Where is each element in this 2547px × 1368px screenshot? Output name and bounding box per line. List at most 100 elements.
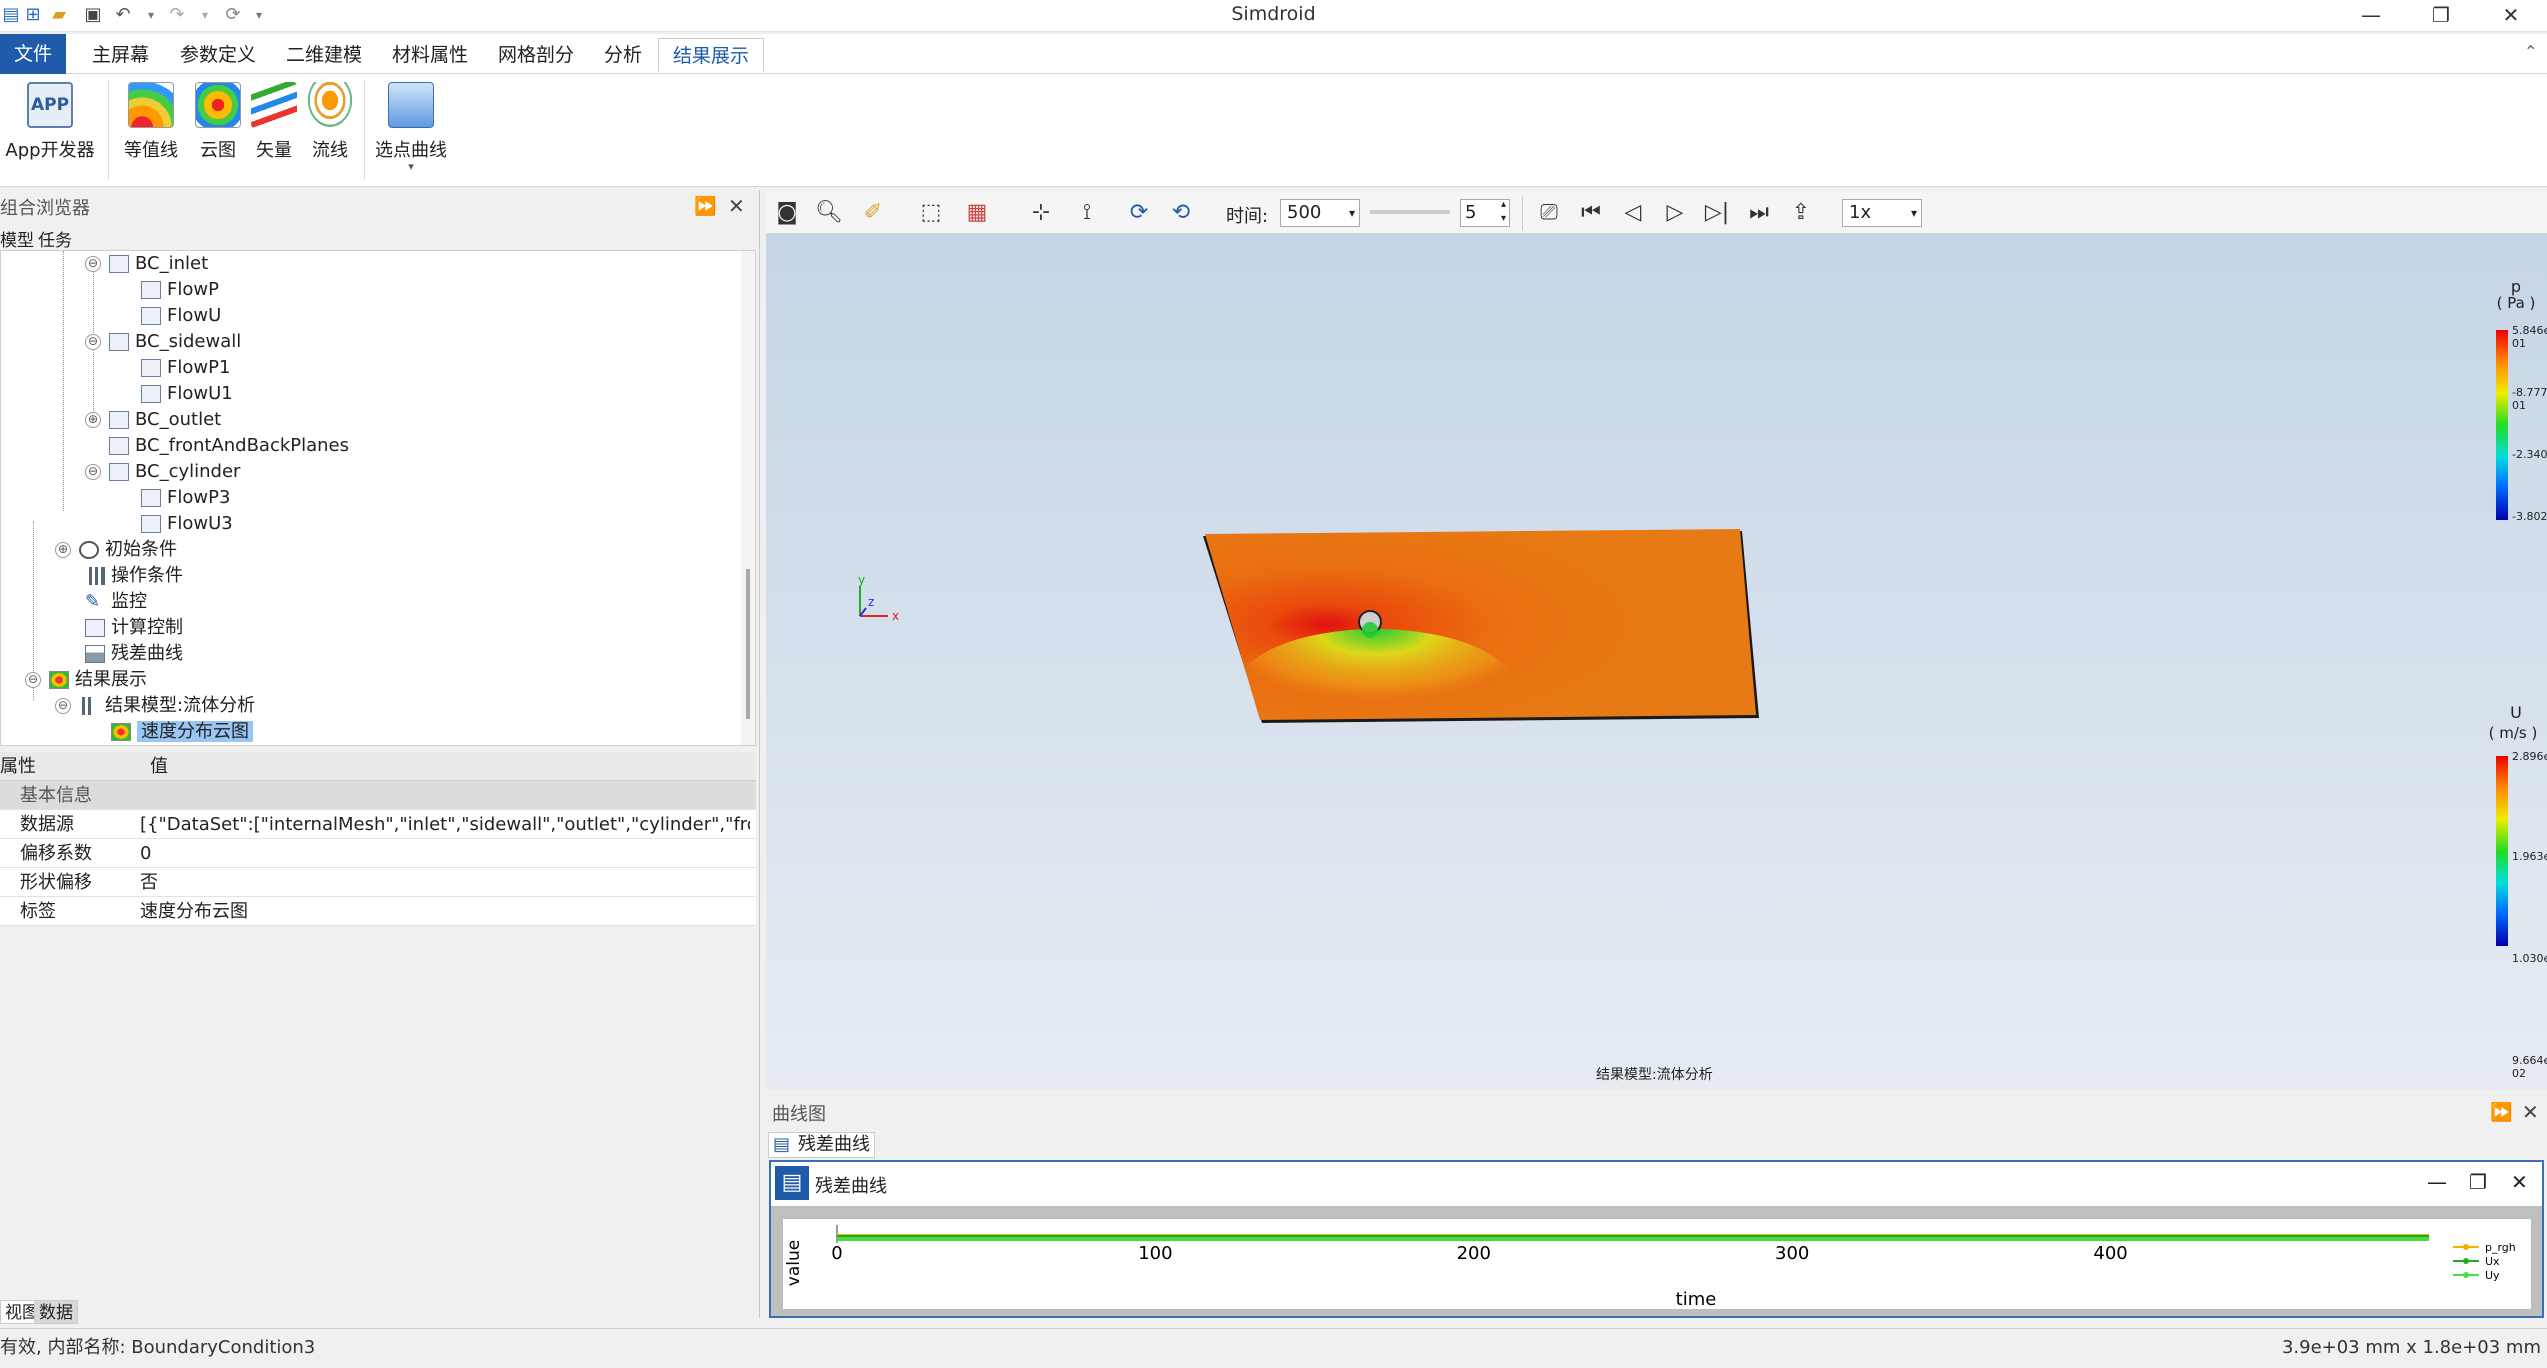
export-icon[interactable]: ⇪ [1786,199,1816,227]
expand-icon[interactable]: ⊕ [85,412,101,428]
tree-scrollbar[interactable] [741,251,755,745]
collapse-icon[interactable]: ⊖ [85,334,101,350]
vector-button[interactable]: 矢量 [246,82,302,162]
tree-item-bc-inlet[interactable]: ⊖ BC_inlet [85,251,208,277]
play-icon[interactable]: ▷ [1660,199,1690,227]
record-video-icon[interactable]: ⎚ [1534,199,1564,227]
app-developer-button[interactable]: APP App开发器 [0,82,100,162]
result-model-icon [79,697,99,715]
browser-pin-icon[interactable]: ⏩ [694,196,716,217]
display-mode-icon[interactable]: ▦ [962,199,992,227]
next-frame-icon[interactable]: ▷| [1702,199,1732,227]
residual-close-button[interactable]: ✕ [2511,1170,2528,1194]
tree-item-initial-conditions[interactable]: ⊕ 初始条件 [55,537,177,563]
menu-tab-materials[interactable]: 材料属性 [378,38,482,72]
minimize-button[interactable]: — [2336,0,2406,32]
boundary-icon [141,515,161,533]
menu-tab-results[interactable]: 结果展示 [658,38,765,72]
properties-section[interactable]: 基本信息 [0,781,756,810]
cloud-map-button[interactable]: 云图 [190,82,246,162]
axes-orientation-icon[interactable]: ⟟ [1072,199,1102,227]
last-frame-icon[interactable]: ⏭ [1744,199,1774,227]
tab-data[interactable]: 数据 [34,1300,78,1324]
collapse-icon[interactable]: ⊖ [55,698,71,714]
tree-item-results[interactable]: ⊖ 结果展示 [25,667,147,693]
maximize-button[interactable]: ❐ [2406,0,2476,32]
residual-maximize-button[interactable]: ❐ [2469,1170,2487,1194]
tab-residual-curve[interactable]: ▤ 残差曲线 [768,1132,876,1158]
time-value: 500 [1287,202,1322,223]
residual-chart-svg[interactable]: value 0 100 200 300 400 time p_rghUxUy [783,1219,2531,1310]
property-value[interactable]: 速度分布云图 [140,897,750,926]
tree-item-flowp3[interactable]: FlowP3 [141,485,230,511]
boundary-icon [141,281,161,299]
clear-icon[interactable]: ✐ [858,199,888,227]
property-value[interactable]: 否 [140,868,750,897]
boundary-icon [109,333,129,351]
rotate-cw-icon[interactable]: ⟳ [1124,199,1154,227]
plot-pin-icon[interactable]: ⏩ [2490,1102,2512,1123]
tree-item-flowp1[interactable]: FlowP1 [141,355,230,381]
menu-tab-mesh[interactable]: 网格剖分 [484,38,588,72]
3d-viewport[interactable]: y x z 结果模型:流体分析 p ( Pa ) 5.846e-01 -8.77… [766,234,2547,1090]
residual-minimize-button[interactable]: — [2427,1170,2447,1194]
tab-task[interactable]: 任务 [38,226,72,251]
pick-curve-label: 选点曲线 [375,140,447,161]
tree-item-bc-front-back[interactable]: BC_frontAndBackPlanes [109,433,349,459]
first-frame-icon[interactable]: ⏮ [1576,199,1606,227]
speed-select[interactable]: 1x ▾ [1842,199,1922,227]
viewport-canvas[interactable]: y x z [766,234,2547,1090]
close-button[interactable]: ✕ [2476,0,2546,32]
property-row[interactable]: 形状偏移 否 [0,868,756,897]
property-value[interactable]: [{"DataSet":["internalMesh","inlet","sid… [140,810,750,839]
rotate-ccw-icon[interactable]: ⟲ [1166,199,1196,227]
fit-view-icon[interactable]: ⊹ [1026,199,1056,227]
tree-item-flowp[interactable]: FlowP [141,277,219,303]
tree-scrollbar-thumb[interactable] [746,569,750,719]
residual-chart[interactable]: value 0 100 200 300 400 time p_rgh Ux Uy [782,1218,2532,1310]
prev-frame-icon[interactable]: ◁ [1618,199,1648,227]
menu-file[interactable]: 文件 [0,34,67,74]
tree-item-bc-sidewall[interactable]: ⊖ BC_sidewall [85,329,241,355]
property-row[interactable]: 数据源 [{"DataSet":["internalMesh","inlet","… [0,810,756,839]
tree-item-flowu3[interactable]: FlowU3 [141,511,233,537]
time-select[interactable]: 500 ▾ [1280,199,1360,227]
screenshot-icon[interactable]: ◙ [772,199,802,227]
properties-col-value: 值 [150,756,168,777]
streamline-button[interactable]: 流线 [302,82,358,162]
tab-model[interactable]: 模型 [0,226,34,251]
collapse-icon[interactable]: ⊖ [25,672,41,688]
time-slider[interactable] [1370,210,1450,214]
spinner-arrows-icon[interactable]: ▴ ▾ [1501,198,1506,226]
contour-button[interactable]: 等值线 [118,82,184,162]
collapse-icon[interactable]: ⊖ [85,256,101,272]
tree-item-flowu1[interactable]: FlowU1 [141,381,233,407]
step-spinner[interactable]: 5 ▴ ▾ [1460,199,1510,227]
menu-tab-home[interactable]: 主屏幕 [78,38,163,72]
tree-item-operating-conditions[interactable]: 操作条件 [85,563,183,589]
menu-tab-analysis[interactable]: 分析 [590,38,656,72]
menu-tab-params[interactable]: 参数定义 [166,38,270,72]
pick-point-curve-button[interactable]: 选点曲线 ▾ [370,82,452,172]
tree-item-residual-curve[interactable]: 残差曲线 [85,641,183,667]
collapse-icon[interactable]: ⊖ [85,464,101,480]
menu-tab-2d-modeling[interactable]: 二维建模 [272,38,376,72]
zoom-icon[interactable]: 🔍︎ [814,199,844,227]
collapse-ribbon-icon[interactable]: ⌃ [2524,42,2537,61]
plot-close-icon[interactable]: ✕ [2522,1100,2539,1124]
tree-item-calc-control[interactable]: 计算控制 [85,615,183,641]
view-cube-icon[interactable]: ⬚ [916,199,946,227]
property-row[interactable]: 标签 速度分布云图 [0,897,756,926]
browser-close-icon[interactable]: ✕ [728,194,745,218]
expand-icon[interactable]: ⊕ [55,542,71,558]
tree-item-monitor[interactable]: ✎ 监控 [85,589,147,615]
tree-item-flowu[interactable]: FlowU [141,303,221,329]
tree-item-result-model[interactable]: ⊖ 结果模型:流体分析 [55,693,255,719]
property-row[interactable]: 偏移系数 0 [0,839,756,868]
tree-item-bc-cylinder[interactable]: ⊖ BC_cylinder [85,459,240,485]
tree-item-velocity-cloud[interactable]: 速度分布云图 [111,719,253,745]
property-value[interactable]: 0 [140,839,750,868]
speed-value: 1x [1849,202,1872,223]
tree-item-bc-outlet[interactable]: ⊕ BC_outlet [85,407,221,433]
residual-window-icon: ▤ [775,1166,809,1200]
